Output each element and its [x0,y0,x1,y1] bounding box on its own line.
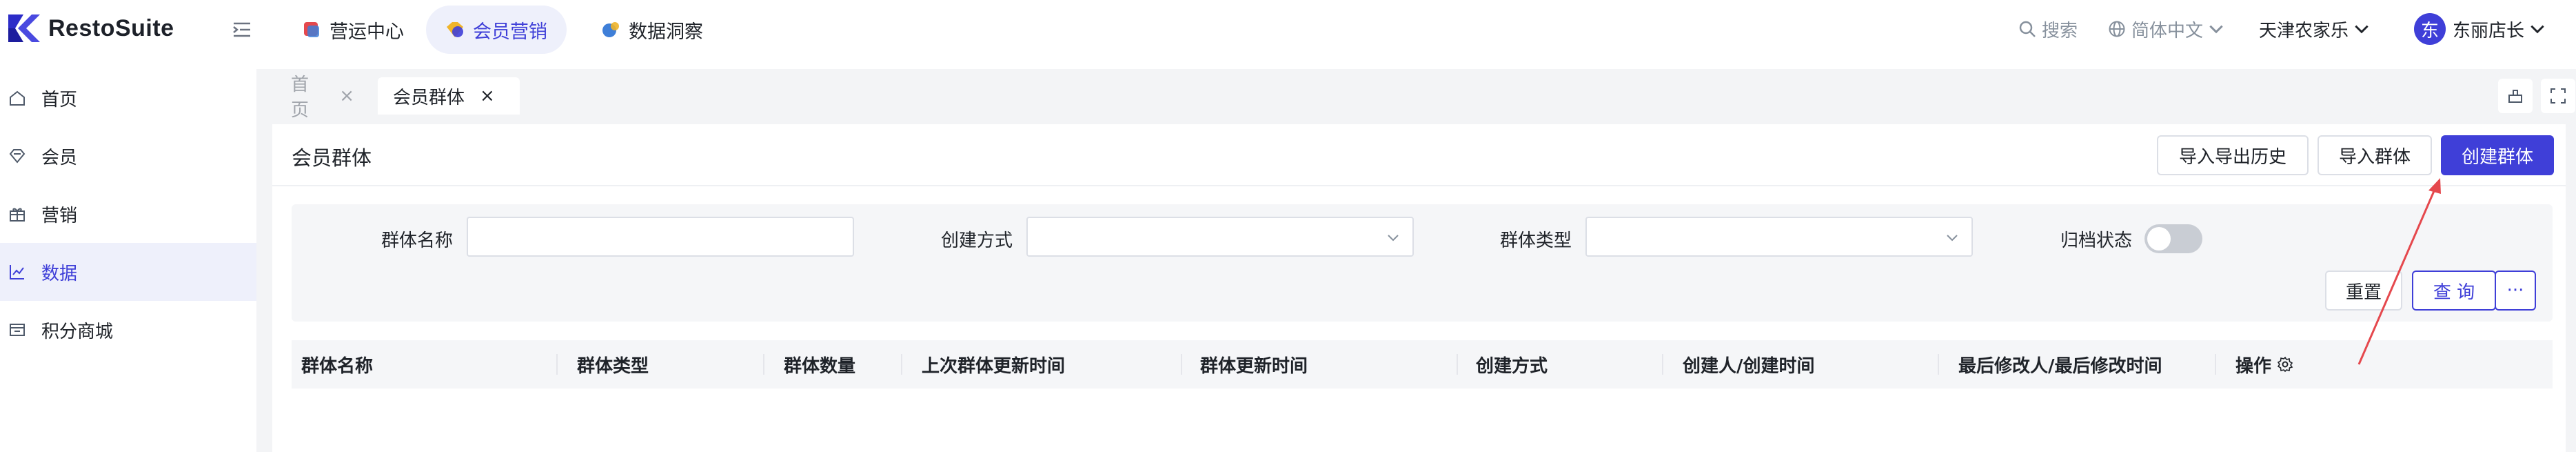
sidebar-item-label: 数据 [41,263,78,284]
member-marketing-icon [447,22,463,37]
chevron-down-icon [1388,235,1399,242]
create-method-select[interactable] [1026,217,1414,257]
column-divider [1181,354,1182,375]
sidebar-item-label: 营销 [41,205,78,226]
group-type-label: 群体类型 [1500,230,1572,251]
sidebar-item-data[interactable]: 数据 [0,243,256,301]
top-tab-member-marketing[interactable]: 会员营销 [426,6,567,54]
member-groups-panel: 会员群体 导入导出历史 导入群体 创建群体 群体名称 创建方式 群体类型 归档状… [272,124,2566,452]
column-header: 群体数量 [784,355,856,377]
column-header-label: 操作 [2235,355,2272,377]
language-select[interactable]: 简体中文 [2108,14,2231,44]
restosuite-logo-icon [8,14,40,42]
top-tab-operations[interactable]: 营运中心 [283,6,423,54]
sidebar-item-label: 积分商城 [41,321,114,342]
column-header: 创建方式 [1476,355,1548,377]
fullscreen-button[interactable] [2541,79,2575,113]
page-tab-member-groups[interactable]: 会员群体 × [378,77,520,115]
sidebar-item-member[interactable]: 会员 [0,127,256,185]
globe-icon [2109,21,2125,37]
filter-area: 群体名称 创建方式 群体类型 归档状态 重置 查 询 ··· [292,204,2553,322]
create-method-label: 创建方式 [941,230,1013,251]
page-tab-label: 会员群体 [393,87,465,108]
create-group-button[interactable]: 创建群体 [2441,135,2554,175]
column-divider [901,354,902,375]
top-bar: RestoSuite 营运中心 会员营销 数据洞察 搜索 简体中文 天津农家乐 … [0,0,2576,69]
operations-cube-icon [304,22,319,37]
archive-status-toggle[interactable] [2144,224,2202,253]
top-tab-label: 营运中心 [329,21,404,43]
top-tab-label: 会员营销 [473,21,547,43]
points-mall-icon [10,324,25,336]
column-header-actions: 操作 [2235,340,2293,389]
user-menu[interactable]: 东 东丽店长 [2414,13,2552,45]
search-button[interactable]: 搜索 [2018,14,2078,44]
data-insight-icon [602,22,619,37]
top-tab-data-insight[interactable]: 数据洞察 [582,6,722,54]
broom-icon [2508,90,2522,103]
fullscreen-icon [2550,88,2566,104]
column-divider [1938,354,1939,375]
column-divider [763,354,764,375]
toggle-knob [2147,227,2171,250]
table-header: 群体名称 群体类型 群体数量 上次群体更新时间 群体更新时间 创建方式 创建人/… [292,340,2553,389]
data-chart-icon [10,265,24,279]
column-header: 群体更新时间 [1200,355,1308,377]
store-name: 天津农家乐 [2259,20,2349,41]
column-divider [556,354,558,375]
import-group-button[interactable]: 导入群体 [2318,135,2432,175]
import-export-history-button[interactable]: 导入导出历史 [2157,135,2309,175]
group-name-input[interactable] [467,217,854,257]
column-header: 创建人/创建时间 [1683,355,1815,377]
panel-divider [272,185,2566,186]
store-select[interactable]: 天津农家乐 [2259,14,2376,44]
refresh-page-button[interactable] [2498,79,2533,113]
chevron-down-icon [1947,235,1958,242]
column-header: 最后修改人/最后修改时间 [1958,355,2162,377]
group-name-label: 群体名称 [381,230,454,251]
member-gem-icon [9,149,26,164]
sidebar-item-label: 会员 [41,147,78,168]
page-tab-home[interactable]: 首页 × [276,75,369,121]
search-icon [2019,21,2036,37]
column-divider [1662,354,1663,375]
avatar: 东 [2414,13,2446,45]
language-label: 简体中文 [2131,20,2204,41]
user-name: 东丽店长 [2453,20,2525,41]
collapse-sidebar-icon[interactable] [232,19,252,40]
sidebar-item-label: 首页 [41,89,78,110]
column-header: 群体名称 [301,355,374,377]
close-icon[interactable]: × [339,86,354,106]
column-divider [1457,354,1458,375]
column-header: 上次群体更新时间 [922,355,1066,377]
page-title: 会员群体 [292,146,372,170]
home-icon [10,90,25,106]
page-tab-label: 首页 [291,75,310,121]
reset-button[interactable]: 重置 [2325,271,2402,311]
group-type-select[interactable] [1585,217,1973,257]
sidebar-item-marketing[interactable]: 营销 [0,185,256,243]
brand-logo[interactable]: RestoSuite [8,14,174,42]
close-icon[interactable]: × [480,86,495,106]
sidebar-item-points-mall[interactable]: 积分商城 [0,301,256,359]
sidebar: 首页 会员 营销 数据 积分商城 [0,69,256,452]
column-header: 群体类型 [577,355,649,377]
top-tab-label: 数据洞察 [629,21,703,43]
column-divider [2215,354,2216,375]
chevron-down-icon [2209,25,2223,34]
chevron-down-icon [2355,25,2369,34]
more-options-button[interactable]: ··· [2495,271,2536,311]
search-label: 搜索 [2042,20,2078,41]
query-button[interactable]: 查 询 [2412,271,2496,311]
settings-gear-icon[interactable] [2277,356,2293,373]
brand-name: RestoSuite [48,14,174,41]
chevron-down-icon [2531,25,2544,34]
marketing-gift-icon [10,208,25,222]
sidebar-item-home[interactable]: 首页 [0,69,256,127]
archive-status-label: 归档状态 [2060,230,2133,251]
